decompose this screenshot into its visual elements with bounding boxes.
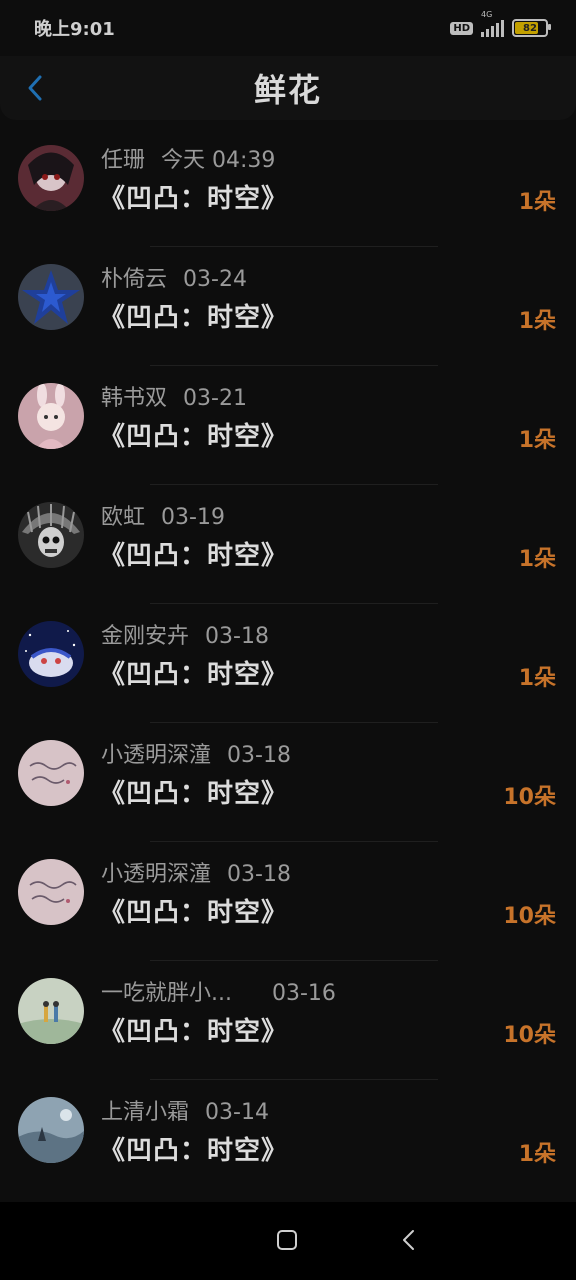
sender-name: 小透明深潼 [101,862,212,887]
sender-meta: 朴倚云 03-24 [101,261,247,293]
avatar[interactable] [18,859,84,925]
flower-count: 10朵 [503,1023,556,1048]
list-item[interactable]: 小透明深潼 03-18 《凹凸：时空》 10朵 [0,842,576,961]
avatar[interactable] [18,145,84,211]
work-title: 《凹凸：时空》 [99,898,289,928]
signal-icon: 4G [481,10,504,37]
app-header: 鲜花 [0,56,576,120]
send-date: 03-21 [183,386,247,411]
avatar[interactable] [18,264,84,330]
avatar[interactable] [18,978,84,1044]
sender-name: 小透明深潼 [101,743,212,768]
status-bar: 晚上9:01 HD 4G 82 [0,0,576,56]
list-item[interactable]: 一吃就胖小... 03-16 《凹凸：时空》 10朵 [0,961,576,1080]
work-title: 《凹凸：时空》 [99,660,289,690]
send-date: 03-14 [205,1100,269,1125]
sender-meta: 任珊 今天 04:39 [101,142,275,174]
sender-meta: 金刚安卉 03-18 [101,618,269,650]
flower-count: 1朵 [518,1142,556,1167]
send-date: 03-16 [271,981,336,1006]
flower-count: 1朵 [518,666,556,691]
sender-meta: 小透明深潼 03-18 [101,856,291,888]
sender-meta: 欧虹 03-19 [101,499,225,531]
page-title: 鲜花 [253,71,322,109]
list-item[interactable]: 小透明深潼 03-18 《凹凸：时空》 10朵 [0,723,576,842]
flower-count: 1朵 [518,547,556,572]
battery-icon: 82 [512,19,551,37]
avatar[interactable] [18,383,84,449]
sender-name: 一吃就胖小... [101,981,232,1006]
network-type: 4G [481,9,493,19]
battery-percent: 82 [523,22,537,34]
hd-icon: HD [450,21,473,35]
system-nav-bar [0,1202,576,1280]
work-title: 《凹凸：时空》 [99,1017,289,1047]
list-item[interactable]: 金刚安卉 03-18 《凹凸：时空》 1朵 [0,604,576,723]
send-date: 03-18 [205,624,269,649]
sender-meta: 一吃就胖小... 03-16 [101,975,336,1007]
sender-meta: 上清小霜 03-14 [101,1094,269,1126]
list-item[interactable]: 欧虹 03-19 《凹凸：时空》 1朵 [0,485,576,604]
sender-name: 韩书双 [101,386,168,411]
avatar[interactable] [18,621,84,687]
avatar[interactable] [18,740,84,806]
list-item[interactable]: 韩书双 03-21 《凹凸：时空》 1朵 [0,366,576,485]
work-title: 《凹凸：时空》 [99,541,289,571]
flower-count: 1朵 [518,190,556,215]
avatar[interactable] [18,502,84,568]
flower-list: 任珊 今天 04:39 《凹凸：时空》 1朵 朴倚云 03-24 《凹凸：时空》 1… [0,128,576,1199]
flower-count: 10朵 [503,904,556,929]
send-date: 03-24 [183,267,247,292]
work-title: 《凹凸：时空》 [99,303,289,333]
sender-name: 任珊 [101,148,146,173]
flower-count: 10朵 [503,785,556,810]
chevron-left-icon [28,75,42,101]
work-title: 《凹凸：时空》 [99,184,289,214]
square-icon [277,1230,297,1250]
list-item[interactable]: 上清小霜 03-14 《凹凸：时空》 1朵 [0,1080,576,1199]
send-date: 03-18 [227,862,291,887]
send-date: 今天 04:39 [161,148,276,173]
system-back-button[interactable] [398,1228,420,1252]
work-title: 《凹凸：时空》 [99,779,289,809]
avatar[interactable] [18,1097,84,1163]
sender-name: 欧虹 [101,505,146,530]
sender-name: 金刚安卉 [101,624,190,649]
status-time: 晚上9:01 [34,19,115,40]
work-title: 《凹凸：时空》 [99,422,289,452]
flower-count: 1朵 [518,428,556,453]
sender-name: 上清小霜 [101,1100,190,1125]
sender-meta: 小透明深潼 03-18 [101,737,291,769]
back-button[interactable] [20,70,50,106]
flower-count: 1朵 [518,309,556,334]
list-item[interactable]: 任珊 今天 04:39 《凹凸：时空》 1朵 [0,128,576,247]
send-date: 03-18 [227,743,291,768]
back-triangle-icon [403,1230,414,1250]
status-icons: HD 4G 82 [450,10,551,37]
sender-name: 朴倚云 [101,267,168,292]
sender-meta: 韩书双 03-21 [101,380,247,412]
work-title: 《凹凸：时空》 [99,1136,289,1166]
send-date: 03-19 [161,505,225,530]
list-item[interactable]: 朴倚云 03-24 《凹凸：时空》 1朵 [0,247,576,366]
recents-button[interactable] [276,1229,298,1251]
